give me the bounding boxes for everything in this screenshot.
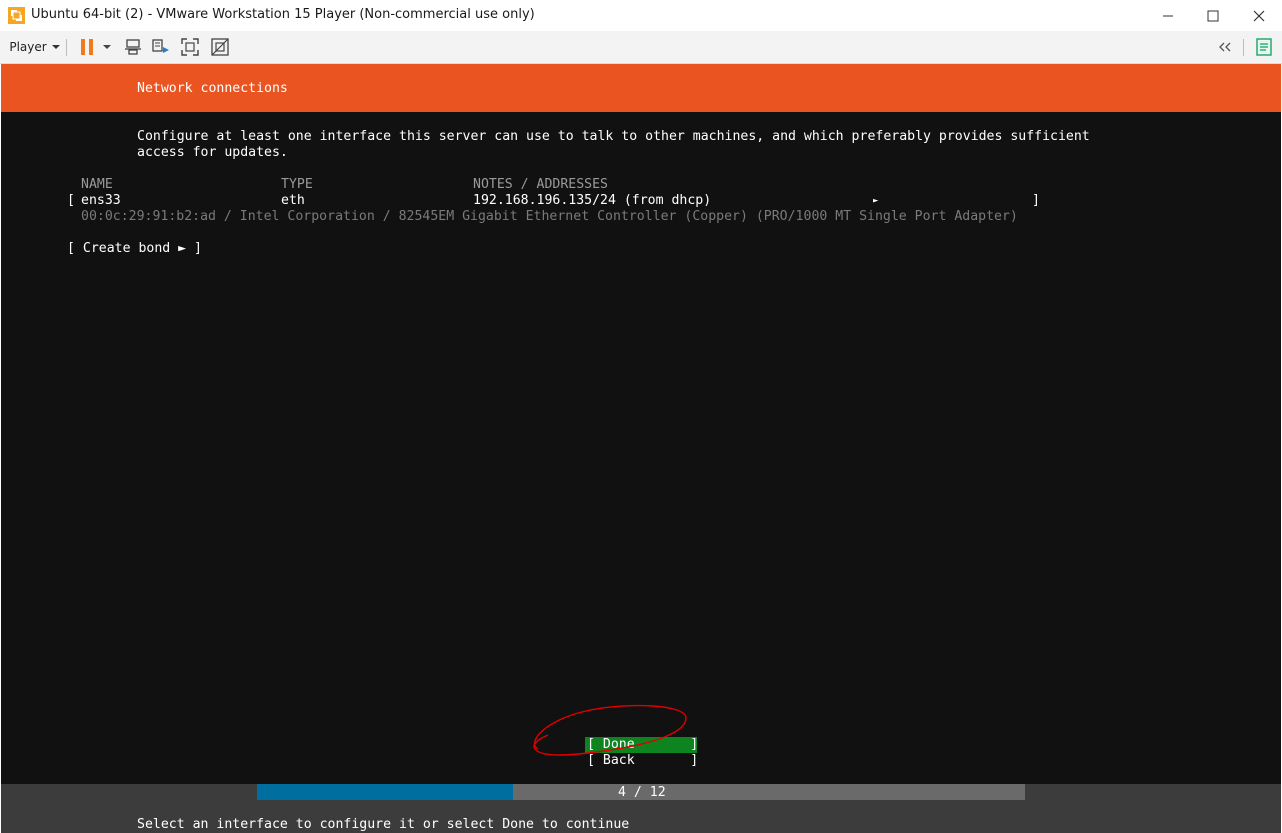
window-title: Ubuntu 64-bit (2) - VMware Workstation 1… bbox=[31, 7, 535, 22]
player-menu-button[interactable]: Player bbox=[8, 31, 62, 63]
progress-area: 4 / 12 Select an interface to configure … bbox=[1, 784, 1281, 833]
devices-button[interactable] bbox=[122, 31, 144, 63]
close-icon bbox=[1253, 10, 1265, 21]
interface-type: eth bbox=[281, 193, 305, 208]
installer-header: Network connections bbox=[1, 64, 1281, 112]
close-button[interactable] bbox=[1236, 0, 1282, 31]
full-screen-icon bbox=[181, 38, 199, 56]
unity-icon bbox=[211, 38, 229, 56]
double-chevron-left-icon bbox=[1219, 42, 1231, 52]
chevron-down-icon bbox=[103, 45, 111, 49]
notes-icon bbox=[1256, 38, 1272, 56]
row-arrow-icon: ► bbox=[873, 196, 879, 206]
page-title: Network connections bbox=[137, 81, 288, 96]
pause-button[interactable] bbox=[76, 31, 98, 63]
chevron-down-icon bbox=[51, 45, 60, 49]
maximize-icon bbox=[1207, 10, 1219, 21]
progress-fill bbox=[257, 784, 513, 800]
send-keys-icon bbox=[152, 39, 169, 53]
toolbar-divider bbox=[1243, 39, 1244, 56]
player-toolbar: Player bbox=[0, 31, 1282, 64]
interface-detail: 00:0c:29:91:b2:ad / Intel Corporation / … bbox=[81, 209, 1018, 224]
toolbar-divider bbox=[66, 39, 67, 56]
player-menu-label: Player bbox=[9, 40, 47, 54]
interface-address: 192.168.196.135/24 (from dhcp) bbox=[473, 193, 712, 208]
vm-console-screen[interactable]: Network connections Configure at least o… bbox=[1, 64, 1281, 833]
create-bond-button[interactable]: [ Create bond ► ] bbox=[67, 241, 202, 257]
window-titlebar: Ubuntu 64-bit (2) - VMware Workstation 1… bbox=[0, 0, 1282, 31]
footer-hint: Select an interface to configure it or s… bbox=[137, 817, 630, 832]
red-annotation-circle bbox=[533, 704, 687, 756]
interface-name: ens33 bbox=[81, 193, 121, 208]
unity-button[interactable] bbox=[209, 31, 231, 63]
full-screen-button[interactable] bbox=[179, 31, 201, 63]
row-close-bracket: ] bbox=[1032, 193, 1040, 208]
power-options-dropdown[interactable] bbox=[98, 31, 116, 63]
description-line-1: Configure at least one interface this se… bbox=[137, 129, 1090, 144]
pause-icon bbox=[81, 39, 93, 55]
column-header-name: NAME bbox=[81, 177, 113, 192]
vmware-logo-icon bbox=[8, 7, 25, 24]
library-notes-button[interactable] bbox=[1253, 31, 1275, 63]
send-ctrl-alt-del-button[interactable] bbox=[150, 31, 172, 63]
minimize-button[interactable] bbox=[1145, 0, 1191, 31]
column-header-type: TYPE bbox=[281, 177, 313, 192]
column-header-notes: NOTES / ADDRESSES bbox=[473, 177, 608, 192]
maximize-button[interactable] bbox=[1190, 0, 1236, 31]
minimize-icon bbox=[1163, 15, 1173, 16]
progress-text: 4 / 12 bbox=[618, 785, 666, 800]
row-open-bracket: [ bbox=[67, 193, 75, 208]
description-line-2: access for updates. bbox=[137, 145, 288, 160]
network-devices-icon bbox=[125, 39, 141, 55]
collapse-toolbar-button[interactable] bbox=[1214, 31, 1236, 63]
